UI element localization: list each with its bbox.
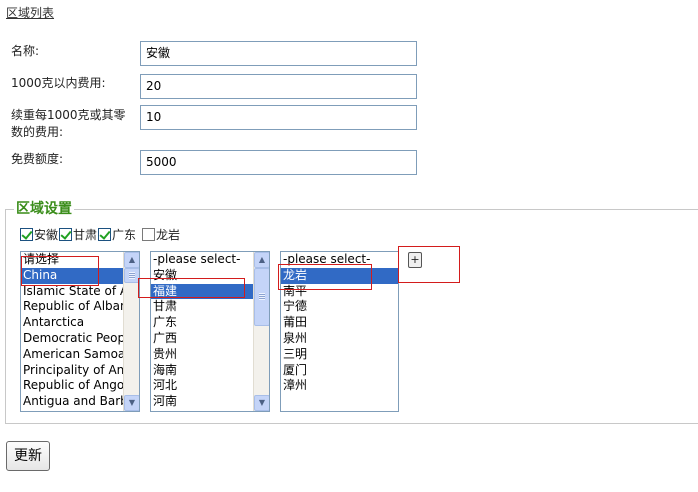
country-option[interactable]: Republic of Ango (21, 378, 139, 394)
checkbox-longyan-box[interactable] (142, 228, 156, 241)
scroll-thumb[interactable] (254, 268, 269, 326)
checkbox-gansu[interactable]: 甘肃 (59, 226, 97, 243)
checkbox-anhui[interactable]: 安徽 (20, 226, 58, 243)
country-option[interactable]: American Samoa (21, 347, 139, 363)
scroll-up-icon[interactable]: ▲ (254, 252, 269, 268)
province-option[interactable]: 海南 (151, 363, 269, 379)
city-option[interactable]: 泉州 (281, 331, 398, 347)
province-option[interactable]: 河南 (151, 394, 269, 410)
add-region-button[interactable]: + (408, 252, 422, 268)
name-label: 名称: (11, 44, 40, 58)
scroll-down-icon[interactable]: ▼ (124, 395, 139, 411)
checkbox-guangdong-label: 广东 (112, 228, 137, 242)
first-weight-fee-label: 1000克以内费用: (11, 76, 106, 90)
checkbox-gansu-box[interactable] (59, 228, 73, 241)
free-quota-input[interactable]: 5000 (140, 150, 417, 175)
city-option[interactable]: 宁德 (281, 299, 398, 315)
region-list-link[interactable]: 区域列表 (6, 4, 54, 21)
province-scrollbar[interactable]: ▲ ▼ (253, 252, 269, 411)
checkbox-longyan-label: 龙岩 (156, 228, 181, 242)
scroll-down-icon[interactable]: ▼ (254, 395, 269, 411)
selected-regions-checkboxes: 安徽 甘肃 广东 龙岩 (20, 226, 181, 243)
province-option[interactable]: 贵州 (151, 347, 269, 363)
country-scrollbar[interactable]: ▲ ▼ (123, 252, 139, 411)
additional-fee-label-line2: 数的费用: (11, 125, 64, 139)
checkbox-gansu-label: 甘肃 (73, 228, 98, 242)
country-option[interactable]: Antarctica (21, 315, 139, 331)
highlight-box-province (138, 278, 245, 298)
province-listbox[interactable]: -please select- 安徽 福建 甘肃 广东 广西 贵州 海南 河北 河南 ▲ ▼ (150, 251, 270, 412)
province-option[interactable]: 广东 (151, 315, 269, 331)
region-settings-legend: 区域设置 (14, 200, 74, 218)
checkbox-guangdong[interactable]: 广东 (98, 226, 136, 243)
update-button[interactable]: 更新 (6, 441, 50, 471)
province-option[interactable]: 河北 (151, 378, 269, 394)
scroll-up-icon[interactable]: ▲ (124, 252, 139, 268)
first-weight-fee-input[interactable]: 20 (140, 74, 417, 99)
province-option[interactable]: 广西 (151, 331, 269, 347)
name-input[interactable]: 安徽 (140, 41, 417, 66)
city-option[interactable]: 厦门 (281, 363, 398, 379)
additional-fee-input[interactable]: 10 (140, 105, 417, 130)
city-option[interactable]: 莆田 (281, 315, 398, 331)
highlight-box-country (21, 256, 99, 286)
city-option[interactable]: 三明 (281, 347, 398, 363)
additional-fee-label-line1: 续重每1000克或其零 (11, 108, 126, 122)
country-option[interactable]: Democratic Peop (21, 331, 139, 347)
checkbox-longyan[interactable]: 龙岩 (142, 226, 180, 243)
checkbox-guangdong-box[interactable] (98, 228, 112, 241)
country-option[interactable]: Antigua and Barb (21, 394, 139, 410)
free-quota-label: 免费额度: (11, 152, 64, 166)
province-option[interactable]: 甘肃 (151, 299, 269, 315)
checkbox-anhui-box[interactable] (20, 228, 33, 241)
highlight-box-city (278, 264, 372, 290)
province-option[interactable]: -please select- (151, 252, 269, 268)
country-option[interactable]: Republic of Alban (21, 299, 139, 315)
city-option[interactable]: 漳州 (281, 378, 398, 394)
checkbox-anhui-label: 安徽 (34, 228, 59, 242)
country-option[interactable]: Principality of An (21, 363, 139, 379)
